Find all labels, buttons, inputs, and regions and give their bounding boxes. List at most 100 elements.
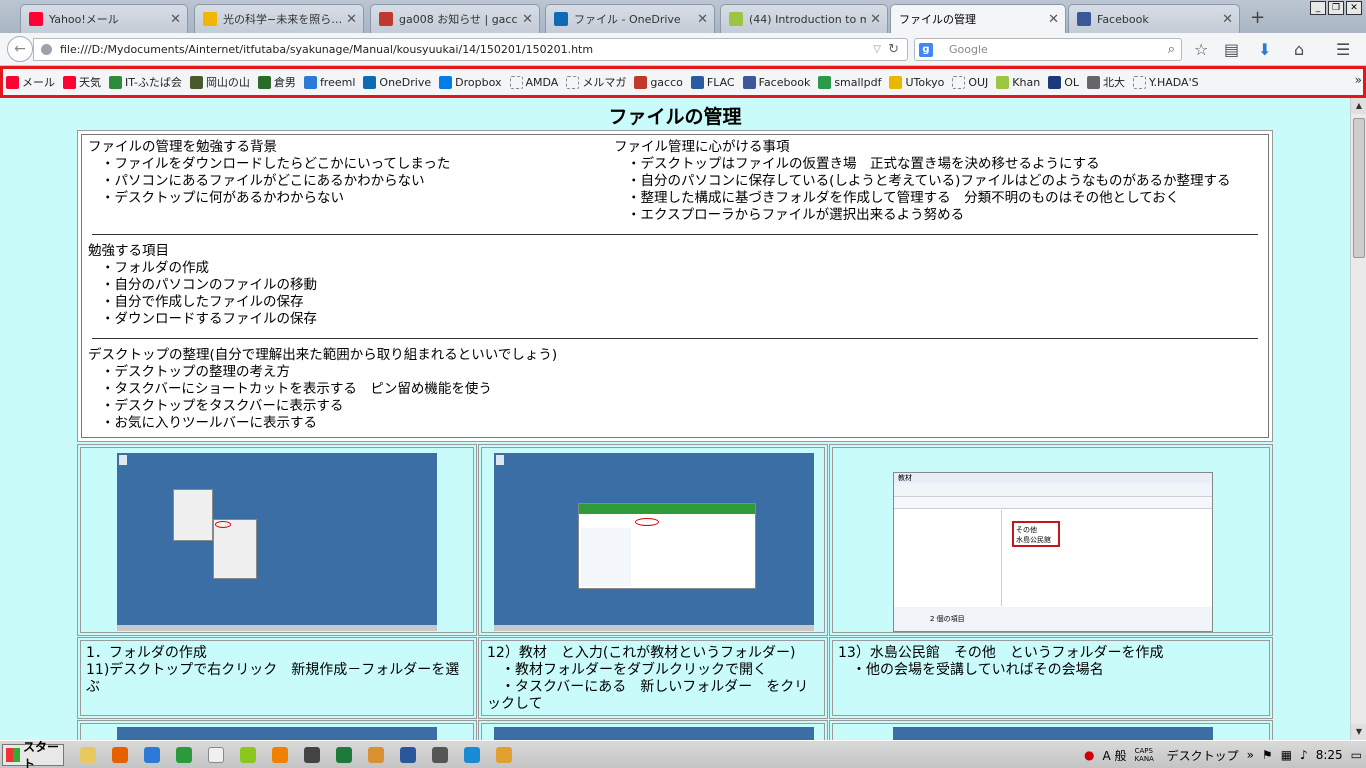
tab-onedrive[interactable]: ファイル - OneDrive ✕ [545,4,715,33]
tips-item: ・整理した構成に基づきフォルダを作成して管理する 分類不明のものはその他としてお… [627,190,1180,206]
explorer-icon[interactable] [80,746,96,763]
scroll-up-icon[interactable]: ▲ [1351,98,1366,114]
bookmark-item[interactable]: 倉男 [257,74,296,90]
tab-facebook[interactable]: Facebook ✕ [1068,4,1240,33]
chevron-right-icon[interactable]: » [1247,748,1254,762]
bookmark-item[interactable]: smallpdf [818,75,881,89]
bookmark-item[interactable]: Dropbox [439,75,502,89]
bookmark-item[interactable]: 岡山の山 [189,74,250,90]
bookmark-item[interactable]: 天気 [63,74,101,90]
minimize-icon[interactable]: _ [1310,1,1326,15]
caps-kana-indicator: CAPS KANA [1134,747,1154,763]
tips-item: ・自分のパソコンに保存している(しようと考えている)ファイルはどのようなものがあ… [627,173,1231,189]
tips-section: ファイル管理に心がける事項 ・デスクトップはファイルの仮置き場 正式な置き場を決… [614,139,1262,224]
antivirus-icon[interactable]: ● [1084,748,1094,762]
bookmark-item[interactable]: メール [6,74,55,90]
tab-yahoo-mail[interactable]: Yahoo!メール ✕ [20,4,188,33]
page-title: ファイルの管理 [608,106,742,128]
star-icon[interactable]: ☆ [1194,40,1208,59]
bookmark-item[interactable]: OneDrive [363,75,432,89]
close-icon[interactable]: ✕ [522,12,533,27]
bookmark-item[interactable]: Khan [996,75,1040,89]
app-icon[interactable] [432,746,448,763]
scroll-down-icon[interactable]: ▼ [1351,724,1366,740]
clock[interactable]: 8:25 [1316,748,1343,762]
restore-icon[interactable]: ❐ [1328,1,1344,15]
bookmark-item[interactable]: Y.HADA'S [1132,75,1199,89]
excel-icon[interactable] [336,746,352,763]
close-icon[interactable]: ✕ [346,12,357,27]
ime-indicator[interactable]: A 般 [1103,747,1127,764]
close-icon[interactable]: ✕ [1222,12,1233,27]
app-icon[interactable] [176,746,192,763]
ie-icon[interactable] [144,746,160,763]
close-icon[interactable]: ✕ [1048,12,1059,27]
bookmark-item[interactable]: 北大 [1086,74,1125,90]
tab-gacco-notice[interactable]: ga008 お知らせ | gacco ✕ [370,4,540,33]
bookmark-item[interactable]: AMDA [509,75,558,89]
firefox-icon[interactable] [112,746,128,763]
bookmark-item[interactable]: OL [1048,75,1079,89]
bookmark-label: OneDrive [379,75,432,89]
yahoo-icon [29,12,43,26]
bookmark-item[interactable]: メルマガ [566,74,626,90]
bookmark-item[interactable]: IT-ふたば会 [109,74,182,90]
word-icon[interactable] [400,746,416,763]
gacco-icon [379,12,393,26]
bookmark-icon [952,75,966,89]
vlc-icon[interactable] [272,746,288,763]
vertical-scrollbar[interactable]: ▲ ▼ [1350,98,1366,740]
scrollbar-thumb[interactable] [1353,118,1365,258]
volume-icon[interactable]: ♪ [1300,748,1308,762]
reading-list-icon[interactable]: ▤ [1224,40,1239,59]
tab-khan[interactable]: (44) Introduction to m… ✕ [720,4,888,33]
bookmark-item[interactable]: Facebook [742,75,810,89]
close-window-icon[interactable]: ✕ [1346,1,1362,15]
new-tab-button[interactable]: + [1250,7,1265,28]
app-icon[interactable] [304,746,320,763]
reload-icon[interactable]: ↻ [888,39,899,60]
tab-light-science[interactable]: 光の科学−未来を照ら… ✕ [194,4,364,33]
download-icon[interactable]: ⬇ [1258,40,1271,59]
close-icon[interactable]: ✕ [170,12,181,27]
notepad-icon[interactable] [208,746,224,763]
start-button[interactable]: スタート [2,740,64,768]
bookmark-icon [257,75,271,89]
chevron-down-icon[interactable]: ▽ [873,39,881,60]
app-icon[interactable] [496,746,512,763]
app-icon[interactable] [464,746,480,763]
close-icon[interactable]: ✕ [870,12,881,27]
bookmark-icon [566,75,580,89]
app-icon[interactable] [368,746,384,763]
info-box-inner: ファイルの管理を勉強する背景 ・ファイルをダウンロードしたらどこかにいってしまっ… [81,134,1269,438]
close-icon[interactable]: ✕ [697,12,708,27]
bookmark-item[interactable]: UTokyo [889,75,944,89]
bookmark-item[interactable]: FLAC [690,75,735,89]
highlight-box: その他 水島公民館 [1012,521,1060,547]
network-icon[interactable]: ▦ [1281,748,1292,762]
page-content: ファイルの管理 ファイルの管理を勉強する背景 ・ファイルをダウンロードしたらどこ… [0,98,1350,740]
chevron-right-icon[interactable]: » [1355,73,1362,87]
show-desktop-icon[interactable]: ▭ [1351,748,1362,762]
search-icon[interactable]: ⌕ [1168,39,1175,60]
url-bar[interactable]: file:///D:/Mydocuments/Ainternet/itfutab… [33,38,908,61]
tab-strip: Yahoo!メール ✕ 光の科学−未来を照ら… ✕ ga008 お知らせ | g… [0,0,1366,33]
flag-icon[interactable]: ⚑ [1262,748,1273,762]
folder-mizushima: 水島公民館 [1016,536,1051,544]
bookmark-icon [109,75,122,89]
app-icon[interactable] [240,746,256,763]
bookmark-item[interactable]: freeml [303,75,355,89]
highlight-circle [635,518,659,526]
desktop-toolbar[interactable]: デスクトップ [1167,747,1239,764]
tab-file-management[interactable]: ファイルの管理 ✕ [890,4,1066,33]
search-input[interactable]: g Google ⌕ [914,38,1182,61]
bookmark-item[interactable]: OUJ [952,75,988,89]
bookmark-label: FLAC [706,75,735,89]
bookmark-label: 倉男 [273,76,296,89]
back-button[interactable]: ← [7,36,33,62]
bookmark-item[interactable]: gacco [634,75,683,89]
menu-icon[interactable]: ☰ [1336,40,1350,59]
bookmark-label: メール [22,76,55,89]
home-icon[interactable]: ⌂ [1294,40,1304,59]
search-placeholder: Google [949,43,988,56]
